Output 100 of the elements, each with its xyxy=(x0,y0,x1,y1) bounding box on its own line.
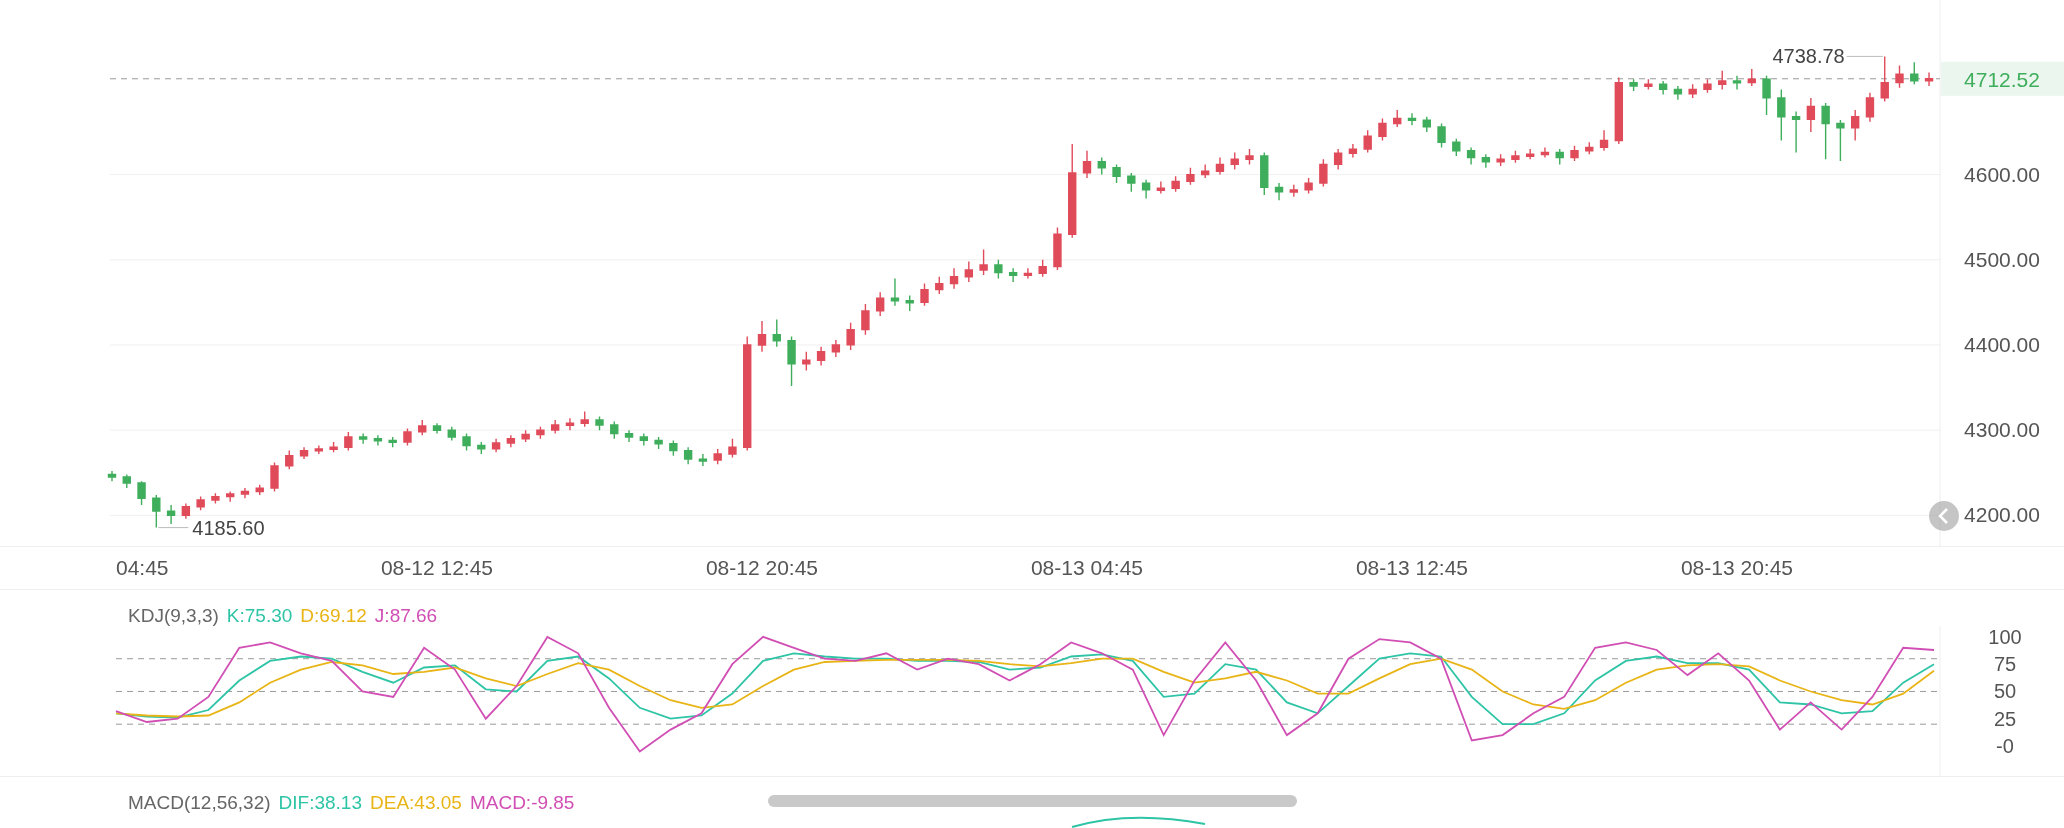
candlestick xyxy=(1762,75,1771,116)
candlestick xyxy=(964,260,974,283)
candlestick xyxy=(1363,129,1372,154)
candlestick xyxy=(595,415,604,431)
candlestick xyxy=(1348,143,1358,159)
candlestick xyxy=(1585,141,1594,155)
candlestick xyxy=(1304,177,1313,195)
candlestick xyxy=(610,420,619,440)
candlestick xyxy=(536,426,545,440)
candlestick xyxy=(107,470,117,482)
candlestick xyxy=(1038,259,1047,278)
candlestick xyxy=(1215,156,1225,176)
candlestick xyxy=(1008,267,1018,283)
candlestick xyxy=(698,453,708,467)
time-axis-label: 08-13 04:45 xyxy=(1030,556,1144,579)
candlestick xyxy=(314,444,324,455)
candlestick xyxy=(299,446,309,460)
candlestick xyxy=(639,432,649,447)
candlestick xyxy=(1791,110,1801,154)
time-axis-label: 08-13 12:45 xyxy=(1355,556,1469,579)
candlestick xyxy=(344,431,353,452)
candlestick xyxy=(1629,78,1638,92)
candlestick xyxy=(166,504,176,525)
time-axis-label: 08-13 20:45 xyxy=(1680,556,1794,579)
candlestick xyxy=(225,490,235,503)
candlestick xyxy=(1658,80,1668,96)
indicator-value: K:75.30 xyxy=(226,604,293,626)
kdj-axis-label: 75 xyxy=(1993,653,2017,676)
candlestick xyxy=(1540,146,1550,159)
price-axis-label: 4500.00 xyxy=(1964,247,2040,271)
candlestick xyxy=(890,277,900,307)
candlestick xyxy=(432,422,442,435)
indicator-value: J:87.66 xyxy=(374,604,438,626)
candlestick xyxy=(624,429,634,443)
candlestick xyxy=(1097,156,1106,176)
indicator-title: KDJ(9,3,3) xyxy=(128,604,219,626)
candlestick xyxy=(1230,151,1239,171)
candlestick xyxy=(358,432,368,445)
candlestick xyxy=(1141,179,1151,200)
candlestick xyxy=(949,267,959,290)
price-annotation: 4738.78 xyxy=(1772,45,1845,68)
candlestick xyxy=(329,441,338,453)
candlestick xyxy=(565,417,575,431)
price-axis-label: 4600.00 xyxy=(1964,162,2040,186)
scrollbar-thumb[interactable] xyxy=(768,795,1297,807)
candlestick xyxy=(447,426,456,442)
candlestick xyxy=(875,291,885,317)
candlestick xyxy=(1525,148,1535,160)
candlestick xyxy=(1555,148,1564,166)
candlestick xyxy=(1452,138,1461,157)
leader-line xyxy=(157,527,189,529)
candlestick xyxy=(669,439,678,457)
candlestick xyxy=(1821,102,1830,160)
candlestick xyxy=(270,461,279,493)
candlestick xyxy=(994,259,1003,280)
candlestick xyxy=(1836,119,1845,162)
candlestick xyxy=(550,419,560,435)
candlestick xyxy=(1393,109,1402,128)
indicator-value: DIF:38.13 xyxy=(278,791,362,813)
candlestick xyxy=(1378,117,1387,142)
candlestick xyxy=(418,419,427,436)
candlestick xyxy=(1112,163,1121,184)
candlestick xyxy=(521,429,530,443)
candlestick xyxy=(905,294,914,312)
candlestick xyxy=(1718,70,1727,91)
candlestick xyxy=(1850,109,1860,142)
candlestick xyxy=(1127,172,1136,193)
candlestick xyxy=(196,495,205,511)
candlestick xyxy=(1880,55,1889,103)
indicator-value: D:69.12 xyxy=(300,604,367,626)
indicator-value: DEA:43.05 xyxy=(370,791,462,813)
candlestick xyxy=(1481,153,1491,169)
candlestick xyxy=(1924,71,1934,87)
scroll-back-button[interactable] xyxy=(1929,501,1959,531)
candlestick xyxy=(802,351,811,372)
candlestick xyxy=(1023,267,1033,280)
candlestick xyxy=(1466,146,1476,166)
candlestick xyxy=(122,473,131,489)
candlestick xyxy=(1156,180,1166,195)
candlestick xyxy=(285,449,294,470)
candlestick xyxy=(1319,158,1328,188)
candlestick xyxy=(1274,182,1284,201)
candlestick xyxy=(1437,122,1446,149)
candlestick xyxy=(1688,83,1697,99)
candlestick xyxy=(654,436,663,450)
candlestick xyxy=(506,434,516,448)
candlestick xyxy=(861,303,870,336)
candlestick xyxy=(580,410,589,428)
candlestick xyxy=(683,446,693,465)
candlestick xyxy=(1644,78,1653,91)
candlestick xyxy=(1614,76,1624,145)
indicator-value: MACD:-9.85 xyxy=(469,791,575,813)
price-axis-label: 4400.00 xyxy=(1964,333,2040,356)
kdj-axis-label: 50 xyxy=(1993,680,2017,703)
kdj-axis-label: -0 xyxy=(1996,735,2014,757)
candlestick xyxy=(1865,92,1875,123)
candlestick xyxy=(1260,151,1269,196)
candlestick xyxy=(1200,163,1210,179)
candlestick xyxy=(1703,78,1712,94)
candlestick xyxy=(1289,184,1299,198)
